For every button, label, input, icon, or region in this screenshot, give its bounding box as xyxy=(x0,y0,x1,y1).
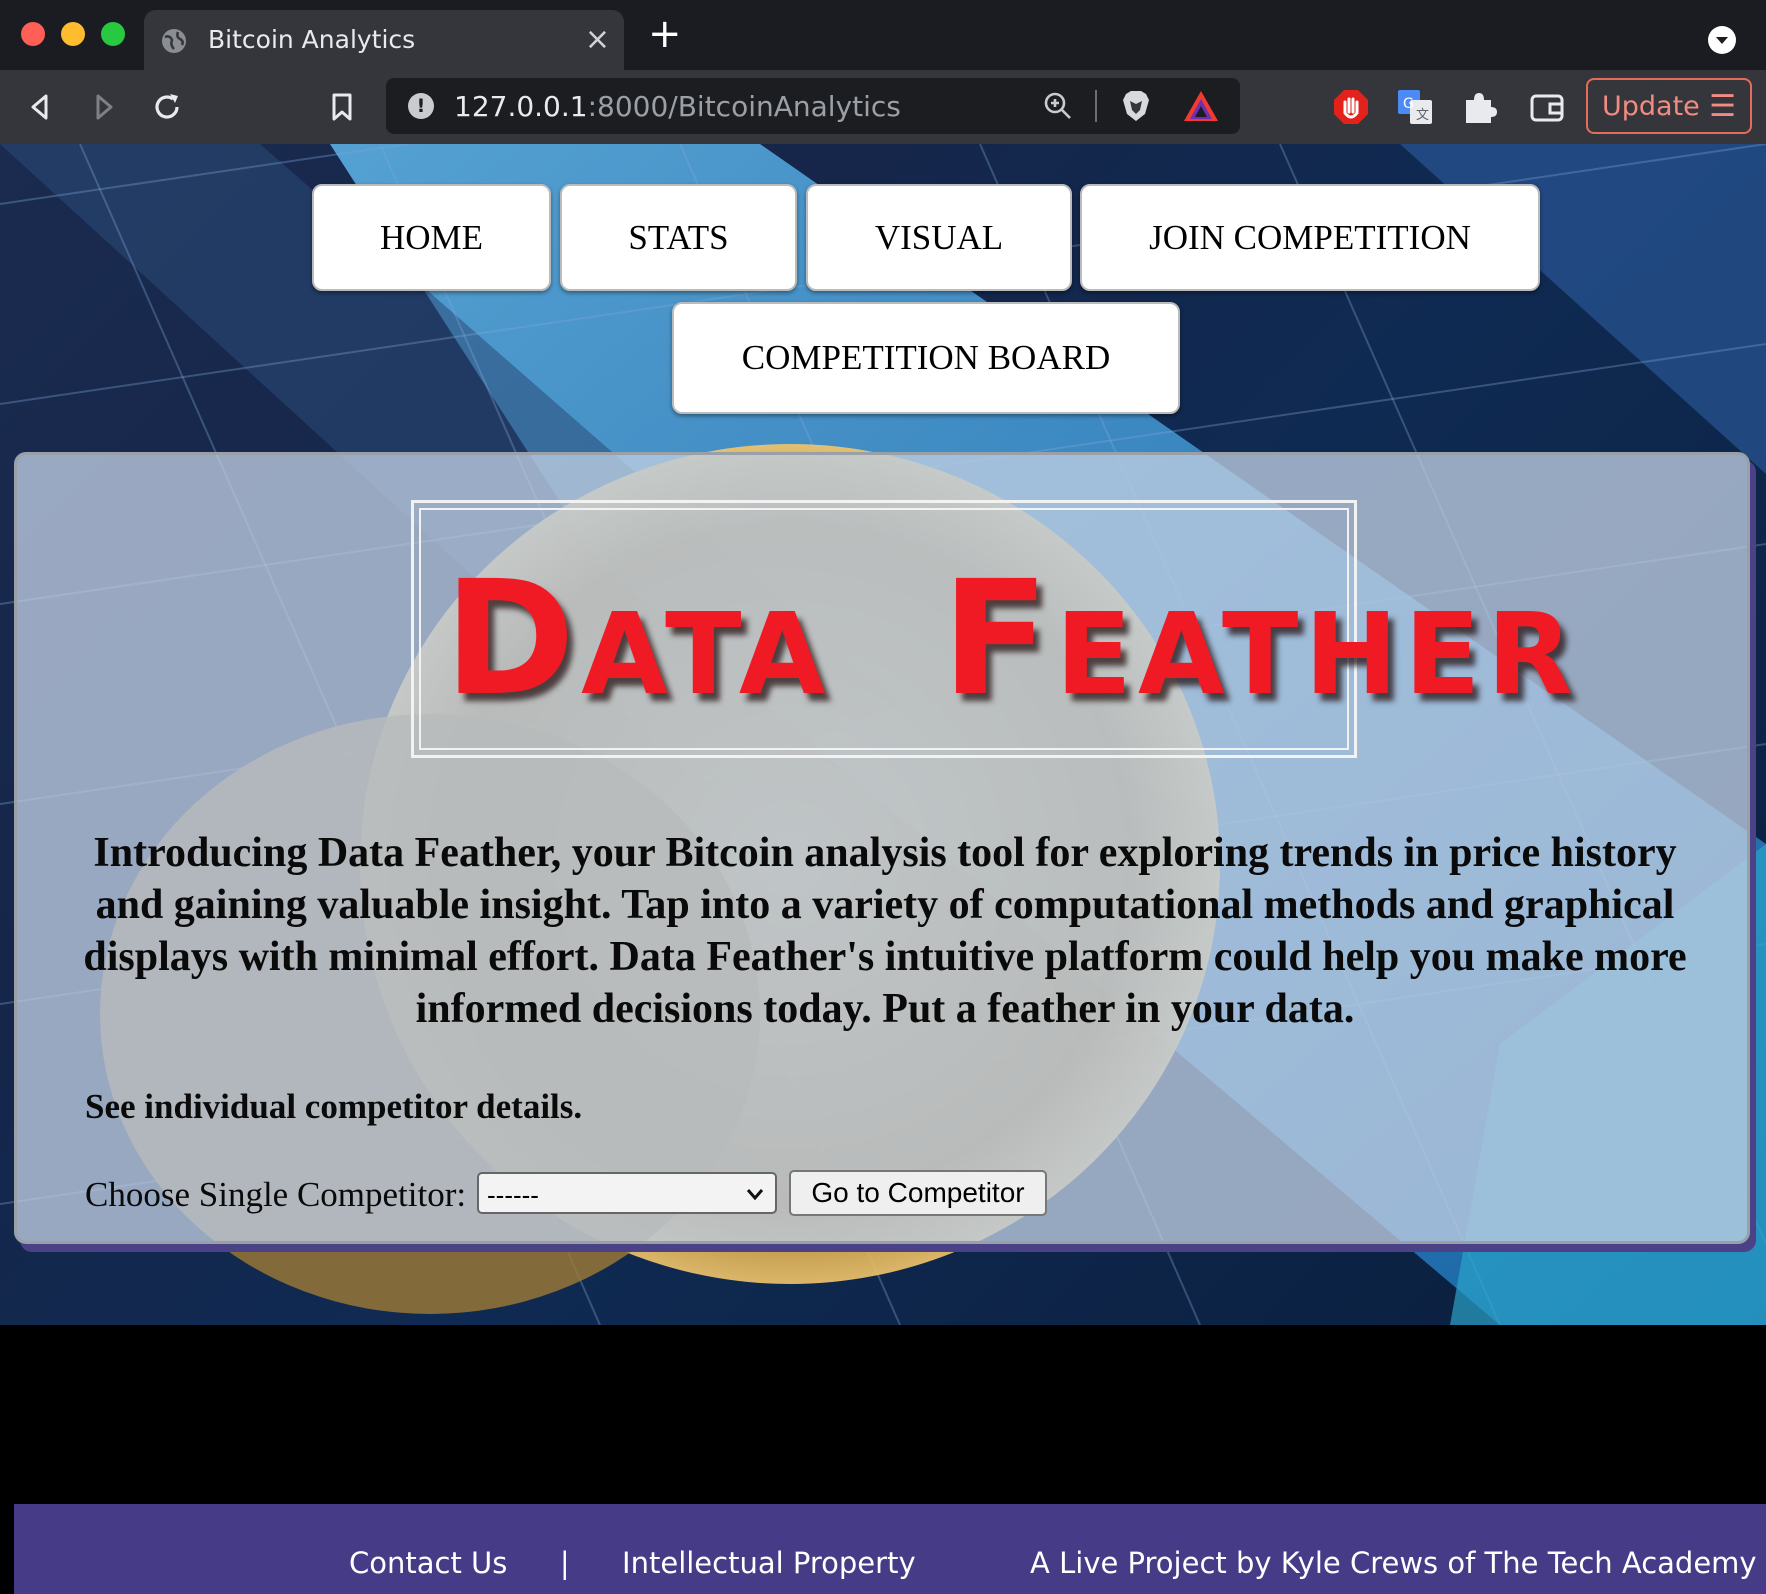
nav-competition-board-button[interactable]: COMPETITION BOARD xyxy=(672,302,1180,414)
footer-credit: A Live Project by Kyle Crews of The Tech… xyxy=(1030,1546,1757,1580)
brave-shields-icon[interactable] xyxy=(1118,88,1154,124)
intellectual-property-link[interactable]: Intellectual Property xyxy=(622,1546,916,1580)
forward-icon[interactable] xyxy=(86,90,120,124)
competitor-select[interactable]: ------ xyxy=(477,1172,777,1214)
maximize-window-button[interactable] xyxy=(101,22,125,46)
footer: Contact Us | Intellectual Property A Liv… xyxy=(14,1504,1766,1594)
footer-links: Contact Us | Intellectual Property A Liv… xyxy=(349,1546,1757,1580)
close-tab-icon[interactable]: × xyxy=(585,22,610,58)
logo-frame: DATA FEATHER xyxy=(411,500,1573,758)
nav-join-competition-button[interactable]: JOIN COMPETITION xyxy=(1080,184,1540,291)
menu-icon: ☰ xyxy=(1709,89,1736,124)
see-details-heading: See individual competitor details. xyxy=(85,1087,583,1126)
url-text[interactable]: 127.0.0.1:8000/BitcoinAnalytics xyxy=(454,90,901,123)
footer-separator: | xyxy=(559,1546,570,1580)
browser-tab-bar: Bitcoin Analytics × + xyxy=(0,0,1766,70)
tab-title: Bitcoin Analytics xyxy=(208,25,416,54)
extensions-puzzle-icon[interactable] xyxy=(1460,88,1498,126)
bookmark-icon[interactable] xyxy=(325,90,359,124)
translate-extension-icon[interactable]: G 文 xyxy=(1396,88,1434,126)
reload-icon[interactable] xyxy=(150,90,184,124)
brave-rewards-icon[interactable] xyxy=(1182,88,1220,124)
zoom-icon[interactable] xyxy=(1042,90,1074,122)
update-label: Update xyxy=(1602,91,1700,122)
tab-search-button[interactable] xyxy=(1708,26,1736,54)
browser-tab[interactable]: Bitcoin Analytics × xyxy=(144,10,624,70)
wallet-icon[interactable] xyxy=(1528,88,1566,126)
chevron-down-icon xyxy=(1716,37,1728,44)
minimize-window-button[interactable] xyxy=(61,22,85,46)
go-to-competitor-button[interactable]: Go to Competitor xyxy=(789,1170,1047,1216)
chevron-down-icon xyxy=(746,1189,764,1201)
svg-text:G: G xyxy=(1403,96,1414,112)
nav-stats-button[interactable]: STATS xyxy=(560,184,797,291)
back-icon[interactable] xyxy=(24,90,58,124)
close-window-button[interactable] xyxy=(21,22,45,46)
nav-home-button[interactable]: HOME xyxy=(312,184,551,291)
content-panel: DATA FEATHER Introducing Data Feather, yo… xyxy=(14,452,1750,1244)
new-tab-button[interactable]: + xyxy=(648,14,682,54)
site-info-icon[interactable]: ! xyxy=(408,93,434,119)
divider xyxy=(1095,90,1097,122)
page-viewport: HOME STATS VISUAL JOIN COMPETITION COMPE… xyxy=(0,144,1766,1594)
browser-toolbar: ! 127.0.0.1:8000/BitcoinAnalytics G 文 Up… xyxy=(0,70,1766,144)
globe-icon xyxy=(162,29,186,53)
data-feather-logo: DATA FEATHER xyxy=(444,547,1579,731)
select-value: ------ xyxy=(487,1180,539,1210)
contact-us-link[interactable]: Contact Us xyxy=(349,1546,507,1580)
hero-background: HOME STATS VISUAL JOIN COMPETITION COMPE… xyxy=(0,144,1766,1325)
update-browser-button[interactable]: Update ☰ xyxy=(1586,78,1752,134)
svg-text:文: 文 xyxy=(1416,108,1429,123)
nav-visual-button[interactable]: VISUAL xyxy=(806,184,1072,291)
address-bar[interactable]: ! 127.0.0.1:8000/BitcoinAnalytics xyxy=(386,78,1240,134)
intro-paragraph: Introducing Data Feather, your Bitcoin a… xyxy=(83,830,1687,1032)
choose-competitor-label: Choose Single Competitor: xyxy=(85,1175,467,1214)
adblock-extension-icon[interactable] xyxy=(1332,88,1370,126)
